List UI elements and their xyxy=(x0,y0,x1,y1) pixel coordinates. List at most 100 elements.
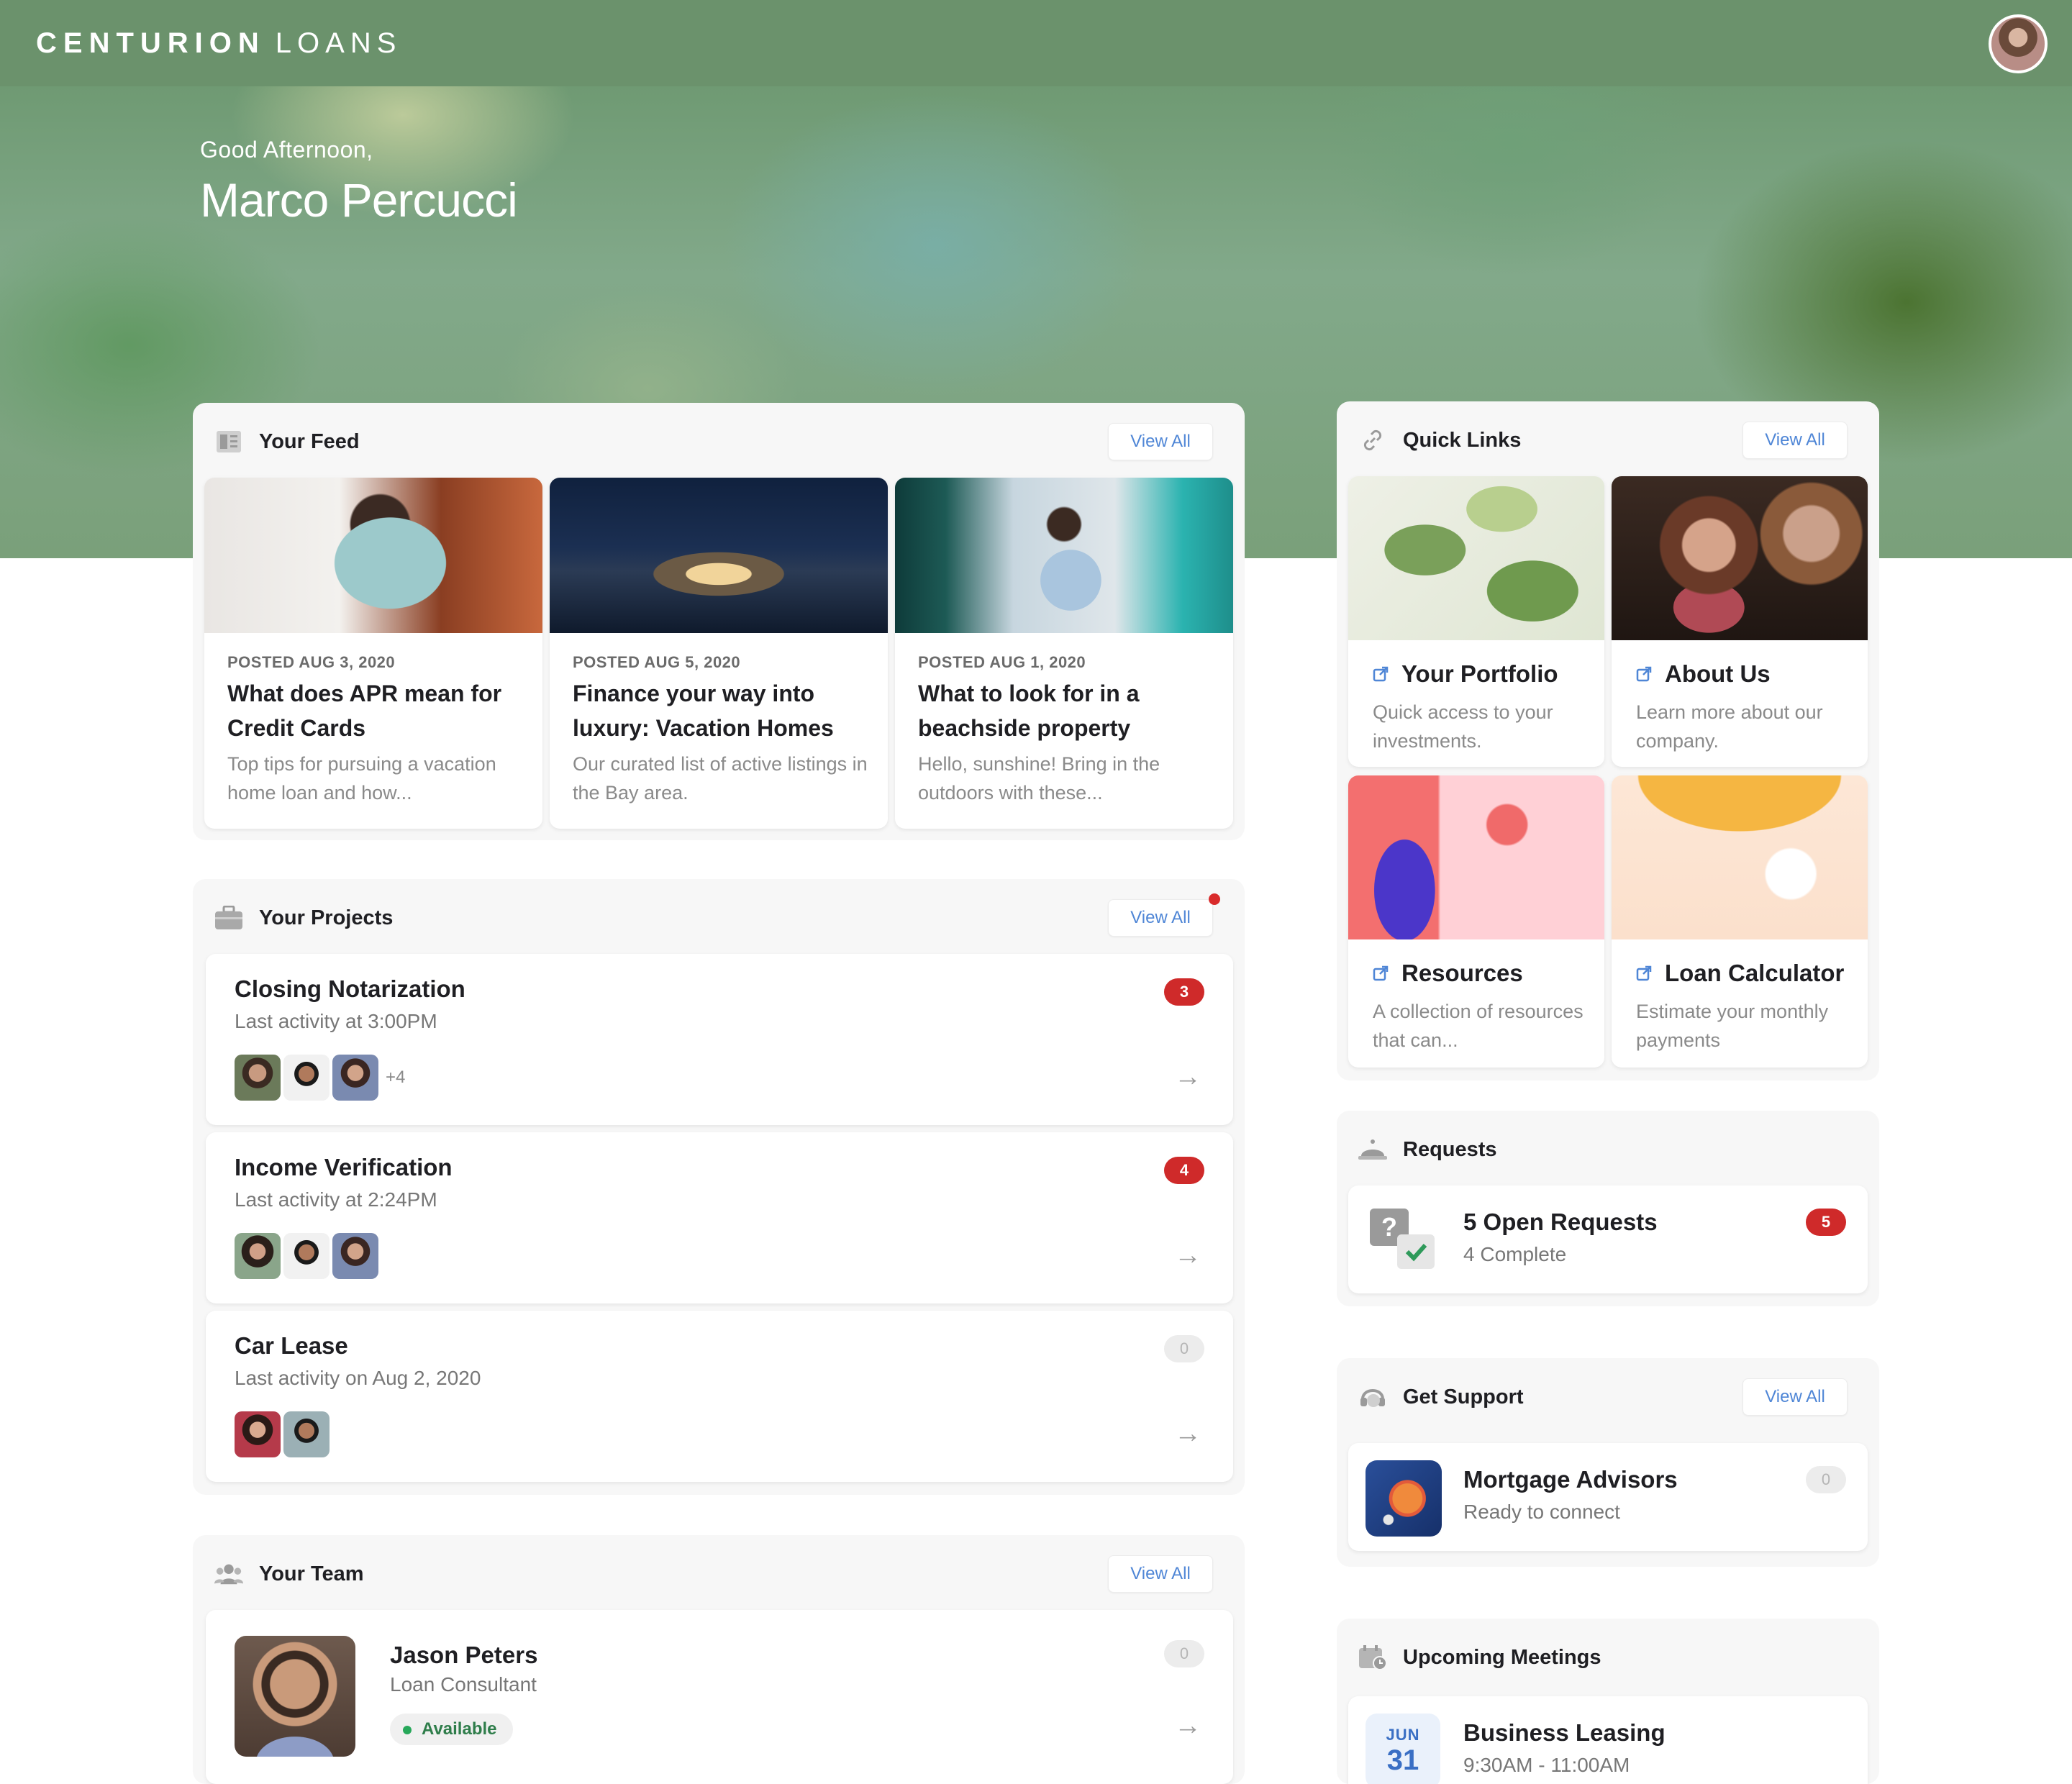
project-title: Car Lease xyxy=(235,1332,348,1359)
quick-link-title: Resources xyxy=(1373,960,1523,987)
support-card[interactable]: Mortgage Advisors Ready to connect 0 xyxy=(1348,1443,1868,1551)
feed-item-desc: Hello, sunshine! Bring in the outdoors w… xyxy=(918,753,1160,804)
project-card[interactable]: Income Verification Last activity at 2:2… xyxy=(206,1132,1233,1303)
feed-item-title[interactable]: Finance your way into luxury: Vacation H… xyxy=(573,676,873,745)
team-member-role: Loan Consultant xyxy=(390,1673,537,1696)
arrow-right-icon[interactable]: → xyxy=(1174,1062,1201,1093)
brand-name-bold: CENTURION xyxy=(36,27,265,59)
team-member-name: Jason Peters xyxy=(390,1642,538,1668)
feed-card[interactable]: POSTED AUG 3, 2020 What does APR mean fo… xyxy=(204,478,542,829)
support-item-sub: Ready to connect xyxy=(1463,1501,1620,1523)
project-card[interactable]: Closing Notarization Last activity at 3:… xyxy=(206,954,1233,1125)
member-avatar xyxy=(283,1055,330,1101)
top-bar: CENTURION LOANS xyxy=(0,0,2072,86)
quick-links-title: Quick Links xyxy=(1403,428,1522,452)
project-card[interactable]: Car Lease Last activity on Aug 2, 2020 0… xyxy=(206,1311,1233,1482)
feed-item-title[interactable]: What does APR mean for Credit Cards xyxy=(227,676,528,745)
quick-link-card[interactable]: About Us Learn more about our company. xyxy=(1612,476,1868,767)
user-name: Marco Percucci xyxy=(200,173,518,227)
arrow-right-icon[interactable]: → xyxy=(1174,1711,1201,1742)
brand-logo[interactable]: CENTURION LOANS xyxy=(36,27,401,60)
feed-header: Your Feed View All xyxy=(214,423,1229,460)
meetings-header: Upcoming Meetings xyxy=(1358,1639,1863,1676)
svg-text:?: ? xyxy=(1381,1212,1397,1242)
feed-posted-date: POSTED AUG 5, 2020 xyxy=(573,653,741,671)
projects-panel: Your Projects View All Closing Notarizat… xyxy=(193,879,1245,1495)
notification-dot xyxy=(1209,893,1220,905)
feed-view-all-button[interactable]: View All xyxy=(1108,423,1213,460)
meeting-title: Business Leasing xyxy=(1463,1719,1666,1746)
projects-view-all-button[interactable]: View All xyxy=(1108,899,1213,937)
greeting: Good Afternoon, xyxy=(200,137,373,163)
quick-link-label: Loan Calculator xyxy=(1665,960,1845,986)
project-members[interactable] xyxy=(235,1233,386,1279)
support-view-all-button[interactable]: View All xyxy=(1742,1378,1848,1416)
quick-link-label: Resources xyxy=(1401,960,1523,986)
project-members[interactable]: +4 xyxy=(235,1055,405,1101)
feed-item-desc: Top tips for pursuing a vacation home lo… xyxy=(227,753,496,804)
project-count-badge: 3 xyxy=(1164,978,1204,1006)
status-badge: Available xyxy=(390,1714,513,1745)
quick-link-title: About Us xyxy=(1636,660,1771,688)
request-sub: 4 Complete xyxy=(1463,1243,1567,1265)
user-avatar[interactable] xyxy=(1989,14,2048,73)
member-avatar xyxy=(332,1233,378,1279)
project-title: Income Verification xyxy=(235,1154,453,1180)
team-member-card[interactable]: Jason Peters Loan Consultant Available 0… xyxy=(206,1610,1233,1784)
feed-title: Your Feed xyxy=(259,429,360,453)
bell-icon xyxy=(1358,1137,1387,1162)
quick-link-label: Your Portfolio xyxy=(1401,660,1558,687)
request-title: 5 Open Requests xyxy=(1463,1209,1658,1235)
support-item-title: Mortgage Advisors xyxy=(1463,1466,1678,1493)
quick-link-card[interactable]: Loan Calculator Estimate your monthly pa… xyxy=(1612,775,1868,1068)
team-member-photo xyxy=(235,1636,355,1757)
team-icon xyxy=(214,1561,243,1587)
quick-link-card[interactable]: Resources A collection of resources that… xyxy=(1348,775,1604,1068)
support-title: Get Support xyxy=(1403,1385,1524,1408)
headset-icon xyxy=(1358,1384,1387,1410)
feed-item-desc: Our curated list of active listings in t… xyxy=(573,753,868,804)
quick-link-image xyxy=(1612,775,1868,939)
request-card[interactable]: ? 5 Open Requests 4 Complete 5 xyxy=(1348,1185,1868,1293)
external-link-icon xyxy=(1636,965,1652,981)
request-count-badge: 5 xyxy=(1806,1209,1846,1236)
member-avatar xyxy=(235,1055,281,1101)
team-header: Your Team View All xyxy=(214,1555,1229,1593)
quick-link-title: Your Portfolio xyxy=(1373,660,1558,688)
arrow-right-icon[interactable]: → xyxy=(1174,1240,1201,1271)
feed-panel: Your Feed View All POSTED AUG 3, 2020 Wh… xyxy=(193,403,1245,840)
quick-links-view-all-button[interactable]: View All xyxy=(1742,422,1848,459)
project-title: Closing Notarization xyxy=(235,975,465,1002)
arrow-right-icon[interactable]: → xyxy=(1174,1419,1201,1450)
member-avatar xyxy=(235,1411,281,1457)
requests-panel: Requests ? 5 Open Requests 4 Complete 5 xyxy=(1337,1111,1879,1306)
feed-posted-date: POSTED AUG 1, 2020 xyxy=(918,653,1086,671)
member-avatar xyxy=(283,1411,330,1457)
meeting-card[interactable]: JUN 31 Business Leasing 9:30AM - 11:00AM xyxy=(1348,1696,1868,1784)
feed-item-title[interactable]: What to look for in a beachside property xyxy=(918,676,1219,745)
quick-link-label: About Us xyxy=(1665,660,1771,687)
quick-link-card[interactable]: Your Portfolio Quick access to your inve… xyxy=(1348,476,1604,767)
brand-name-light: LOANS xyxy=(275,27,402,59)
feed-card[interactable]: POSTED AUG 1, 2020 What to look for in a… xyxy=(895,478,1233,829)
support-count-badge: 0 xyxy=(1806,1466,1846,1493)
quick-link-image xyxy=(1612,476,1868,640)
meeting-month: JUN xyxy=(1386,1726,1420,1744)
support-panel: Get Support View All Mortgage Advisors R… xyxy=(1337,1358,1879,1567)
project-members[interactable] xyxy=(235,1411,337,1457)
newspaper-icon xyxy=(214,429,243,455)
project-last-activity: Last activity at 2:24PM xyxy=(235,1188,437,1211)
team-view-all-button[interactable]: View All xyxy=(1108,1555,1213,1593)
feed-card[interactable]: POSTED AUG 5, 2020 Finance your way into… xyxy=(550,478,888,829)
projects-title: Your Projects xyxy=(259,906,394,929)
requests-title: Requests xyxy=(1403,1137,1497,1161)
more-members-count: +4 xyxy=(386,1068,406,1087)
meetings-title: Upcoming Meetings xyxy=(1403,1645,1601,1669)
feed-posted-date: POSTED AUG 3, 2020 xyxy=(227,653,396,671)
member-avatar xyxy=(332,1055,378,1101)
team-panel: Your Team View All Jason Peters Loan Con… xyxy=(193,1535,1245,1784)
project-last-activity: Last activity at 3:00PM xyxy=(235,1010,437,1032)
external-link-icon xyxy=(1373,666,1389,682)
quick-link-title: Loan Calculator xyxy=(1636,960,1844,987)
calendar-icon xyxy=(1358,1644,1387,1670)
